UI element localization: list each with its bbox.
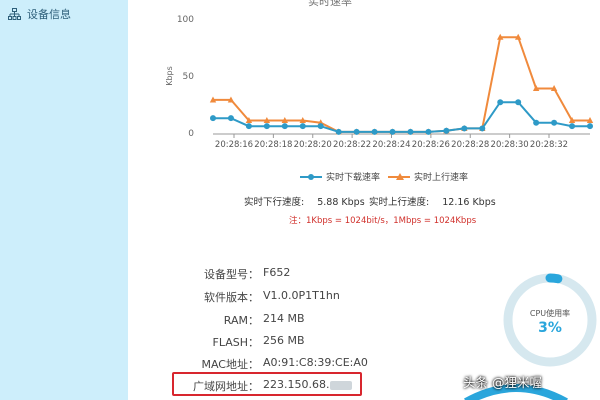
x-tick-label: 20:28:30	[491, 140, 529, 150]
download-point	[263, 123, 270, 130]
y-tick-label: 50	[183, 72, 195, 82]
watermark-text: 头条 @狸米喔	[463, 375, 542, 390]
rate-chart: 050100Kbps20:28:16 20:28:18 20:28:20 20:28:…	[165, 15, 594, 150]
info-label-model: 设备型号：	[204, 268, 259, 281]
upload-speed-label: 实时上行速度:	[369, 197, 430, 208]
x-tick-label: 20:28:28	[451, 140, 489, 150]
x-tick-label: 20:28:16	[215, 140, 253, 150]
info-label-mac: MAC地址：	[201, 358, 259, 371]
download-point	[335, 128, 342, 135]
legend-upload[interactable]: 实时上行速率	[388, 170, 468, 183]
unit-note: 注：1Kbps = 1024bit/s，1Mbps = 1024Kbps	[289, 216, 477, 226]
download-point	[497, 99, 504, 106]
x-tick-label: 20:28:32	[530, 140, 568, 150]
cpu-usage-value: 3%	[538, 320, 562, 336]
info-value-software: V1.0.0P1T1hn	[263, 289, 340, 302]
download-point	[443, 127, 450, 134]
x-tick-label: 20:28:20	[294, 140, 332, 150]
upload-series-line	[213, 36, 590, 133]
download-point	[389, 128, 396, 135]
download-point	[299, 123, 306, 130]
download-speed-value: 5.88 Kbps	[317, 197, 365, 208]
download-point	[281, 123, 288, 130]
download-point	[371, 128, 378, 135]
info-value-flash: 256 MB	[263, 334, 305, 347]
download-point	[533, 119, 540, 126]
download-point	[587, 123, 593, 130]
x-tick-label: 20:28:24	[372, 140, 410, 150]
y-axis-label: Kbps	[165, 66, 174, 86]
upload-speed-value: 12.16 Kbps	[442, 197, 496, 208]
legend-download-label: 实时下载速率	[326, 173, 381, 183]
download-point	[551, 119, 558, 126]
download-point	[227, 115, 234, 122]
wan-highlight-box	[172, 372, 362, 396]
x-tick-label: 20:28:26	[412, 140, 450, 150]
y-tick-label: 0	[188, 129, 194, 139]
info-value-mac: A0:91:C8:39:CE:A0	[263, 356, 368, 369]
download-point	[479, 125, 486, 132]
x-tick-label: 20:28:22	[333, 140, 371, 150]
info-value-ram: 214 MB	[263, 312, 305, 325]
info-value-model: F652	[263, 266, 291, 279]
x-tick-label: 20:28:18	[254, 140, 292, 150]
download-point	[569, 123, 576, 130]
info-label-ram: RAM：	[223, 314, 259, 327]
y-tick-label: 100	[177, 15, 194, 25]
legend-download[interactable]: 实时下载速率	[300, 170, 380, 183]
download-point	[317, 123, 324, 130]
download-point	[515, 99, 522, 106]
upload-speed: 实时上行速度: 12.16 Kbps	[369, 194, 496, 208]
info-label-flash: FLASH：	[212, 336, 260, 349]
download-point	[353, 128, 360, 135]
download-point	[245, 123, 252, 130]
download-point	[407, 128, 414, 135]
download-point	[425, 128, 432, 135]
download-point	[210, 115, 216, 122]
legend-upload-label: 实时上行速率	[414, 173, 469, 183]
download-speed: 实时下行速度: 5.88 Kbps	[244, 194, 365, 208]
download-speed-label: 实时下行速度:	[244, 197, 305, 208]
cpu-usage-label: CPU使用率	[529, 309, 571, 318]
info-label-software: 软件版本：	[204, 291, 259, 304]
download-point	[461, 125, 468, 132]
